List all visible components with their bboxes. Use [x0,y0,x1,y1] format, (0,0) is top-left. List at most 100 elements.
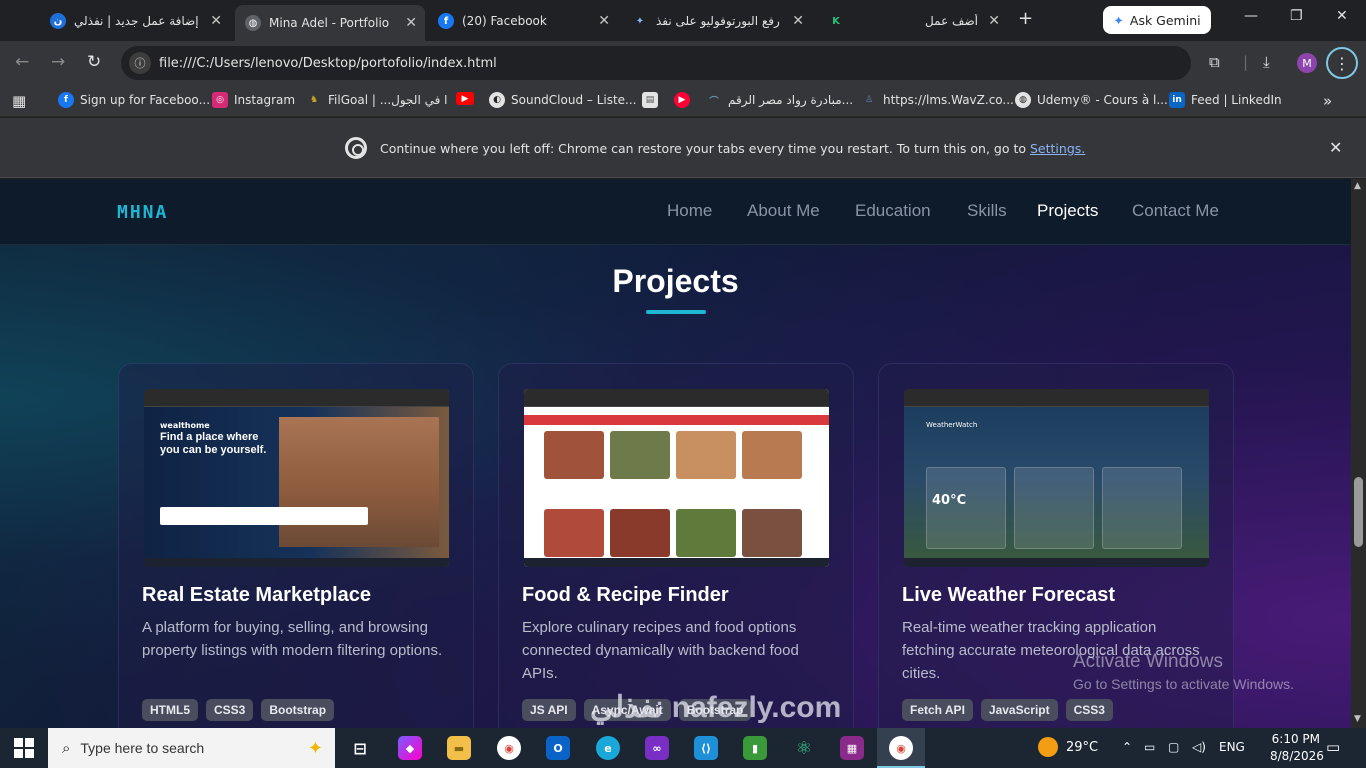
minimize-button[interactable]: — [1244,8,1258,24]
tag: JS API [522,699,576,721]
tab-strip: ن إضافة عمل جديد | نفذلي ✕ ◍ Mina Adel -… [0,0,1366,41]
address-bar[interactable]: ⓘ file:///C:/Users/lenovo/Desktop/portof… [121,46,1191,80]
bookmark-filgoal[interactable]: ♞ FilGoal | ...ا في الجول [306,92,448,108]
reload-button[interactable]: ↻ [87,52,101,72]
bookmarks-bar: ▦ f Sign up for Faceboo... ◎ Instagram ♞… [0,85,1366,117]
file-explorer-icon[interactable]: ▬ [447,736,471,760]
scroll-thumb[interactable] [1354,477,1363,547]
profile-avatar[interactable]: M [1297,53,1317,73]
notifications-icon[interactable]: ▭ [1326,738,1340,756]
facebook-icon: f [438,13,454,29]
menu-icon[interactable]: ⋮ [1326,47,1358,79]
volume-icon[interactable]: ◁) [1192,740,1206,754]
nav-education[interactable]: Education [855,201,931,221]
chart-app-icon[interactable]: ▮ [743,736,767,760]
gemini-icon: ✦ [1113,12,1124,28]
tag-list: HTML5 CSS3 Bootstrap [142,699,335,721]
windows-start-icon[interactable] [14,738,34,758]
language-indicator[interactable]: ENG [1219,740,1245,754]
bookmark-instagram[interactable]: ◎ Instagram [212,92,295,108]
forward-button[interactable]: → [51,52,65,72]
sparkle-icon: ✦ [307,737,323,759]
project-card-weather[interactable]: WeatherWatch 40°C Live Weather Forecast … [878,363,1234,728]
download-icon[interactable]: ⤓ [1263,53,1270,71]
new-tab-button[interactable]: + [1018,8,1033,29]
bookmark-youtube[interactable]: ▶ [456,92,474,105]
apps-grid-icon[interactable]: ▦ [12,92,26,110]
tab-portfolio[interactable]: ◍ Mina Adel - Portfolio ✕ [235,5,425,41]
taskbar-search-box[interactable]: ⌕ Type here to search ✦ [48,728,335,768]
bookmark-udemy[interactable]: ◍ Udemy® - Cours à l... [1015,92,1168,108]
tab-title: أضف عمل [925,14,978,28]
bookmark-youtube-music[interactable]: ▶ [674,92,690,108]
tab-gemini-portfolio[interactable]: ✦ رفع البورتوفوليو على نفذ ✕ [622,6,812,36]
tab-nafezly-add-work[interactable]: ن إضافة عمل جديد | نفذلي ✕ [40,6,230,36]
bookmark-label: Udemy® - Cours à l... [1037,93,1168,107]
atom-icon[interactable]: ⚛ [792,736,816,760]
bookmark-soundcloud[interactable]: ◐ SoundCloud – Liste... [489,92,637,108]
windows-taskbar: ⌕ Type here to search ✦ ⊟ ◆ ▬ ◉ O e ∞ ⟨⟩… [0,728,1366,768]
restore-tabs-infobar: Continue where you left off: Chrome can … [0,118,1366,178]
close-icon[interactable]: ✕ [1329,138,1342,157]
bookmark-document[interactable]: ▤ [642,92,658,108]
extensions-icon[interactable]: ⧉ [1209,53,1220,71]
title-underline [646,310,706,314]
system-clock[interactable]: 6:10 PM 8/8/2026 [1270,731,1324,765]
battery-icon[interactable]: ▢ [1168,740,1179,754]
project-title: Real Estate Marketplace [142,584,372,606]
nav-home[interactable]: Home [667,201,712,221]
nav-about-me[interactable]: About Me [747,201,820,221]
site-info-icon[interactable]: ⓘ [129,52,151,74]
tag: CSS3 [206,699,254,721]
visual-studio-icon[interactable]: ∞ [645,736,669,760]
bookmark-facebook-signup[interactable]: f Sign up for Faceboo... [58,92,210,108]
chevron-up-icon[interactable]: ⌃ [1122,740,1132,754]
site-logo[interactable]: MHNA [117,202,168,223]
edge-icon[interactable]: e [596,736,620,760]
tab-add-work[interactable]: K أضف عمل ✕ [818,6,1008,36]
tab-facebook[interactable]: f (20) Facebook ✕ [428,6,618,36]
clock-date: 8/8/2026 [1270,749,1324,763]
winrar-icon[interactable]: ▦ [840,736,864,760]
project-description: A platform for buying, selling, and brow… [142,619,443,659]
close-icon[interactable]: ✕ [988,13,1000,29]
scroll-up-arrow-icon[interactable]: ▲ [1354,181,1361,191]
nav-skills[interactable]: Skills [967,201,1007,221]
screenshot-brand: wealthome [160,421,210,430]
close-icon[interactable]: ✕ [598,13,610,29]
more-bookmarks-icon[interactable]: » [1323,92,1332,110]
ask-gemini-button[interactable]: ✦ Ask Gemini [1103,6,1211,34]
scroll-down-arrow-icon[interactable]: ▼ [1354,714,1361,724]
udemy-icon: ◍ [1015,92,1031,108]
soundcloud-icon: ◐ [489,92,505,108]
tag-list: Fetch API JavaScript CSS3 [902,699,1113,721]
weather-widget[interactable]: 29°C [1038,737,1098,757]
outlook-icon[interactable]: O [546,736,570,760]
bookmark-linkedin[interactable]: in Feed | LinkedIn [1169,92,1282,108]
browser-toolbar: ← → ↻ ⓘ file:///C:/Users/lenovo/Desktop/… [0,41,1366,85]
bookmark-wavz[interactable]: ♙ https://lms.WavZ.co... [861,92,1014,108]
url-text[interactable]: file:///C:/Users/lenovo/Desktop/portofol… [159,56,497,71]
copilot-icon[interactable]: ◆ [398,736,422,760]
restore-button[interactable]: ❐ [1290,8,1303,24]
vscode-icon[interactable]: ⟨⟩ [694,736,718,760]
nav-contact-me[interactable]: Contact Me [1132,201,1219,221]
project-screenshot [524,389,829,567]
chrome-icon[interactable]: ◉ [497,736,521,760]
nav-projects[interactable]: Projects [1037,201,1098,221]
bookmark-rowad-misr[interactable]: ⌒ مبادرة رواد مصر الرقم... [706,92,853,108]
close-icon[interactable]: ✕ [792,13,804,29]
project-card-real-estate[interactable]: wealthome Find a place where you can be … [118,363,474,728]
project-card-food-recipe[interactable]: Food & Recipe Finder Explore culinary re… [498,363,854,728]
settings-link[interactable]: Settings. [1030,141,1085,156]
bookmark-label: مبادرة رواد مصر الرقم... [728,93,854,107]
close-icon[interactable]: ✕ [210,13,222,29]
page-scrollbar[interactable] [1351,179,1366,728]
back-button[interactable]: ← [15,52,29,72]
sun-icon [1038,737,1058,757]
task-view-icon[interactable]: ⊟ [348,736,372,760]
network-icon[interactable]: ▭ [1144,740,1155,754]
chrome-active-icon[interactable]: ◉ [889,736,913,760]
close-window-button[interactable]: ✕ [1336,8,1348,24]
close-icon[interactable]: ✕ [405,15,417,31]
